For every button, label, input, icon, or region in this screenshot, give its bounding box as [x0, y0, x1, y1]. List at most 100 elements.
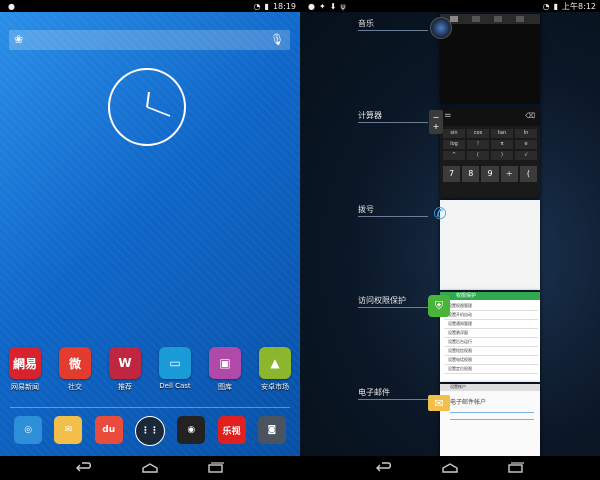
- recent-calculator-thumbnail[interactable]: = ⌫ sin cos tan ln log! π e ^() √ 7 8 9 ÷(: [440, 108, 540, 198]
- backspace-icon[interactable]: ⌫: [525, 112, 535, 120]
- back-button[interactable]: [373, 461, 395, 475]
- app-row: 網易 网易新闻微社交 W 推荐 ▭ Dell Cast ▣ 图库 ▲ 安卓市场: [0, 347, 300, 392]
- home-button[interactable]: [439, 461, 461, 475]
- clock-minute-hand: [146, 106, 171, 117]
- recent-music-thumbnail[interactable]: [440, 14, 540, 104]
- permission-row[interactable]: 设置权限管理: [444, 302, 538, 311]
- calc-sci-key[interactable]: sin: [443, 129, 465, 138]
- music-icon[interactable]: ◉: [177, 416, 206, 444]
- shield-icon: ⛨: [428, 295, 450, 317]
- recent-email-thumbnail[interactable]: 设置帐户 电子邮件帐户: [440, 384, 540, 456]
- recents-icon: [208, 462, 224, 473]
- calc-sci-key[interactable]: ^: [443, 151, 465, 160]
- calc-sci-key[interactable]: tan: [491, 129, 513, 138]
- permission-row[interactable]: 设置后台运行: [444, 338, 538, 347]
- app-label: Dell Cast: [159, 382, 191, 390]
- music-app-icon: [430, 17, 452, 39]
- permission-row[interactable]: 设置定位权限: [444, 365, 538, 374]
- app-icon: 微: [59, 347, 91, 379]
- calc-sci-key[interactable]: ln: [515, 129, 537, 138]
- permission-row[interactable]: 设置悬浮窗: [444, 329, 538, 338]
- permission-row[interactable]: 设置开机自动: [444, 311, 538, 320]
- email-icon[interactable]: ✉: [54, 416, 83, 444]
- dock-divider: [10, 407, 290, 408]
- phone-icon: ✆: [433, 203, 447, 223]
- app-shortcut[interactable]: 微社交: [52, 347, 98, 392]
- status-time: 上午8:12: [562, 1, 596, 11]
- recent-divider: [358, 307, 428, 308]
- recent-divider: [358, 399, 428, 400]
- recents-icon: [508, 462, 524, 473]
- status-bar-right: ● ✦ ⬇ ψ ◔ ▮ 上午8:12: [300, 0, 600, 12]
- baidu-paw-icon: ❀: [14, 33, 24, 46]
- app-shortcut[interactable]: 網易 网易新闻: [2, 347, 48, 392]
- browser-icon[interactable]: ◎: [14, 416, 43, 444]
- app-icon: W: [109, 347, 141, 379]
- app-icon: ▣: [209, 347, 241, 379]
- calc-num-key[interactable]: 9: [481, 166, 499, 182]
- calc-sci-key[interactable]: ): [491, 151, 513, 160]
- battery-icon: ▮: [553, 1, 559, 11]
- calc-num-key[interactable]: 7: [443, 166, 461, 182]
- status-time: 18:19: [272, 1, 296, 11]
- all-apps-icon[interactable]: ⋮⋮: [134, 416, 165, 446]
- home-icon: [142, 463, 158, 473]
- debug-icon: ✦: [318, 1, 326, 11]
- home-screen: ● ◔ ▮ 18:19 ❀ 🎙 網易 网易新闻微社交 W 推荐 ▭ Dell Cast ▣ 图…: [0, 0, 300, 480]
- email-app-icon: ✉: [428, 395, 450, 411]
- analog-clock-widget[interactable]: [108, 68, 186, 146]
- wifi-icon: ◔: [542, 1, 550, 11]
- calc-sci-key[interactable]: e: [515, 140, 537, 149]
- dock: ◎ ✉ du ⋮⋮ ◉ 乐视 ◙: [0, 416, 300, 446]
- recent-divider: [358, 30, 428, 31]
- recents-screen: ● ✦ ⬇ ψ ◔ ▮ 上午8:12 音乐 计算器 = ⌫ sin cos ta…: [300, 0, 600, 480]
- home-button[interactable]: [139, 461, 161, 475]
- app-label: 安卓市场: [261, 383, 289, 391]
- letv-icon[interactable]: 乐视: [217, 416, 246, 444]
- map-icon[interactable]: du: [94, 416, 123, 444]
- status-bar: ● ◔ ▮ 18:19: [0, 0, 300, 12]
- app-icon: ▲: [259, 347, 291, 379]
- calc-sci-key[interactable]: !: [467, 140, 489, 149]
- notification-icon: ●: [308, 1, 315, 11]
- navigation-bar: [0, 456, 300, 480]
- calc-display: =: [444, 111, 452, 121]
- recents-button[interactable]: [505, 461, 527, 475]
- app-shortcut[interactable]: W 推荐: [102, 347, 148, 392]
- back-button[interactable]: [73, 461, 95, 475]
- permission-row[interactable]: 设置通知管理: [444, 320, 538, 329]
- permission-row[interactable]: 设置短信权限: [444, 347, 538, 356]
- app-label: 网易新闻: [11, 383, 39, 391]
- calc-sci-key[interactable]: π: [491, 140, 513, 149]
- email-body: 电子邮件帐户: [450, 399, 487, 406]
- calc-sci-key[interactable]: √: [515, 151, 537, 160]
- recent-music-label: 音乐: [358, 19, 374, 28]
- calc-sci-key[interactable]: log: [443, 140, 465, 149]
- app-icon: 網易: [9, 347, 41, 379]
- recent-dialer-thumbnail[interactable]: [440, 200, 540, 290]
- calc-num-key[interactable]: ÷: [500, 166, 518, 182]
- back-icon: [376, 462, 391, 472]
- app-shortcut[interactable]: ▣ 图库: [202, 347, 248, 392]
- mic-icon[interactable]: 🎙: [270, 33, 284, 46]
- calc-num-key[interactable]: (: [519, 166, 537, 182]
- search-bar[interactable]: ❀ 🎙: [9, 30, 290, 50]
- wallpaper: ❀ 🎙 網易 网易新闻微社交 W 推荐 ▭ Dell Cast ▣ 图库 ▲ 安卓市场 ◎ ✉ du ⋮…: [0, 12, 300, 456]
- usb-icon: ψ: [340, 1, 346, 11]
- permission-title: 权限保护: [440, 292, 540, 300]
- calc-sci-key[interactable]: (: [467, 151, 489, 160]
- notification-icon: ●: [8, 1, 15, 11]
- permission-row[interactable]: 设置电话权限: [444, 356, 538, 365]
- app-shortcut[interactable]: ▭ Dell Cast: [152, 347, 198, 392]
- app-icon: ▭: [159, 347, 191, 379]
- app-shortcut[interactable]: ▲ 安卓市场: [252, 347, 298, 392]
- battery-icon: ▮: [264, 1, 269, 11]
- calc-sci-key[interactable]: cos: [467, 129, 489, 138]
- recent-email-label: 电子邮件: [358, 388, 390, 397]
- recents-button[interactable]: [205, 461, 227, 475]
- download-icon: ⬇: [329, 1, 337, 11]
- calc-num-key[interactable]: 8: [462, 166, 480, 182]
- recent-permission-thumbnail[interactable]: 权限保护 设置权限管理 设置开机自动 设置通知管理 设置悬浮窗 设置后台运行 设置短信权限…: [440, 292, 540, 382]
- back-icon: [76, 462, 91, 472]
- camera-icon[interactable]: ◙: [257, 416, 286, 444]
